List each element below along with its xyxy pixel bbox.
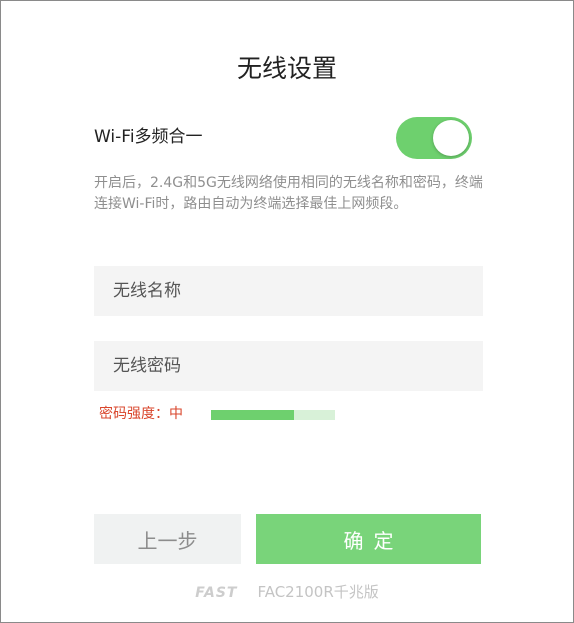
ssid-input[interactable] — [94, 266, 483, 316]
strength-meter — [211, 410, 335, 420]
password-strength: 密码强度：中 — [99, 404, 399, 424]
multiband-label: Wi-Fi多频合一 — [94, 127, 203, 147]
brand-logo: FAST — [195, 585, 238, 601]
multiband-toggle[interactable] — [396, 117, 472, 159]
prev-step-button[interactable]: 上一步 — [94, 514, 241, 564]
strength-meter-fill — [211, 410, 295, 420]
password-input[interactable] — [94, 341, 483, 391]
wireless-settings-dialog: 无线设置 Wi-Fi多频合一 开启后，2.4G和5G无线网络使用相同的无线名称和… — [0, 0, 574, 623]
multiband-row: Wi-Fi多频合一 — [94, 115, 472, 159]
toggle-knob — [433, 120, 469, 156]
page-title: 无线设置 — [236, 54, 337, 83]
model-name: FAC2100R千兆版 — [257, 583, 379, 601]
multiband-description: 开启后，2.4G和5G无线网络使用相同的无线名称和密码，终端连接Wi-Fi时，路… — [94, 175, 483, 212]
strength-label: 密码强度：中 — [99, 406, 183, 422]
confirm-button[interactable]: 确定 — [256, 514, 481, 564]
footer: FAST FAC2100R千兆版 — [1, 581, 573, 604]
